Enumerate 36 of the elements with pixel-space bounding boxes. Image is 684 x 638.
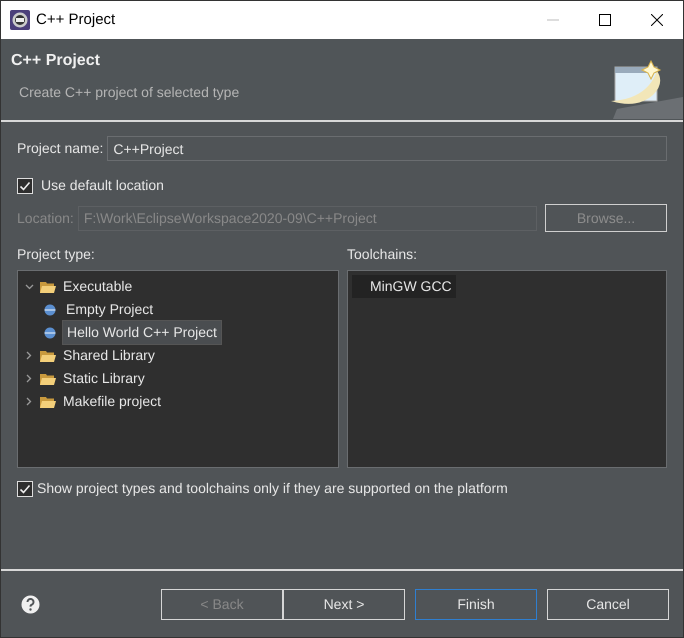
checkbox-label: Use default location: [41, 176, 164, 195]
folder-icon: [40, 350, 56, 362]
expand-toggle[interactable]: [24, 284, 34, 290]
checkbox-label: Show project types and toolchains only if they are supported on the platform: [37, 479, 508, 498]
wizard-title: C++ Project: [11, 51, 101, 70]
folder-icon: [40, 372, 56, 384]
checkbox[interactable]: [17, 178, 33, 194]
toolchain-item[interactable]: MinGW GCC: [352, 275, 456, 298]
checkbox[interactable]: [17, 480, 33, 496]
project-name-field[interactable]: C++Project: [107, 136, 667, 161]
tree-item[interactable]: Empty Project: [62, 298, 158, 321]
window-title: C++ Project: [36, 10, 116, 30]
help-icon[interactable]: [21, 594, 40, 614]
section-label: Toolchains:: [347, 245, 418, 264]
maximize-icon[interactable]: [599, 14, 611, 26]
folder-icon: [40, 280, 56, 292]
tree-item[interactable]: Static Library: [59, 367, 149, 390]
tree-item[interactable]: Makefile project: [59, 390, 166, 413]
tree-item[interactable]: Executable: [59, 275, 136, 298]
expand-toggle[interactable]: [24, 397, 34, 406]
tree-item[interactable]: Shared Library: [59, 344, 159, 367]
section-label: Project type:: [17, 245, 96, 264]
tree-item[interactable]: Hello World C++ Project: [62, 320, 222, 345]
wizard-description: Create C++ project of selected type: [19, 83, 240, 102]
dialog-button[interactable]: Finish: [415, 588, 537, 620]
dialog-button[interactable]: Next >: [283, 588, 405, 620]
folder-icon: [40, 396, 56, 408]
dialog-button[interactable]: Cancel: [547, 588, 669, 620]
project-icon: [44, 326, 56, 338]
field-label: Project name:: [17, 139, 104, 158]
field-label: Location:: [17, 208, 74, 228]
close-icon[interactable]: [651, 14, 663, 26]
app-icon: [10, 10, 30, 30]
project-icon: [44, 304, 56, 316]
expand-toggle[interactable]: [24, 374, 34, 383]
expand-toggle[interactable]: [24, 351, 34, 360]
